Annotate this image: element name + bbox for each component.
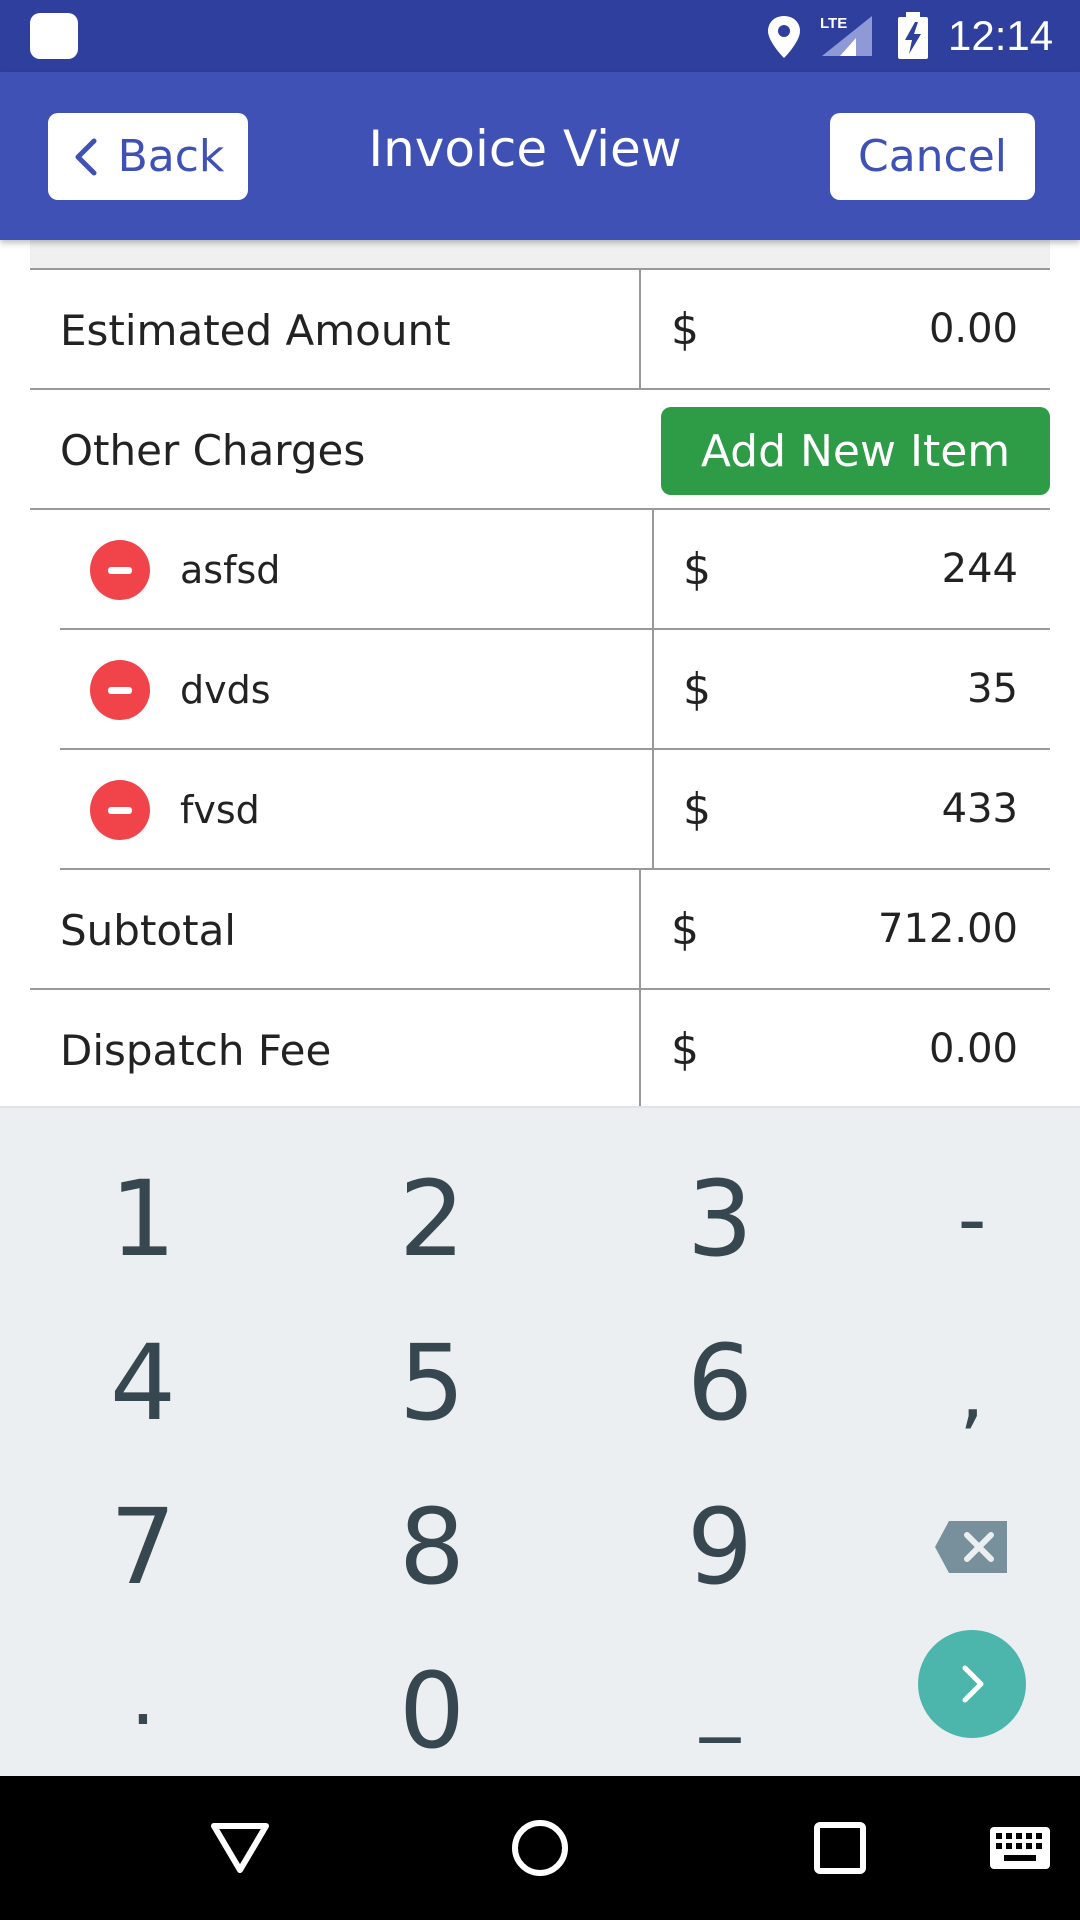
subtotal-row: Subtotal $ 712.00 xyxy=(30,870,1050,990)
charge-item-amount[interactable]: 244 xyxy=(740,546,1018,592)
next-button[interactable] xyxy=(918,1630,1026,1738)
currency-symbol: $ xyxy=(683,544,711,595)
charge-item-amount[interactable]: 433 xyxy=(740,786,1018,832)
chevron-right-icon xyxy=(962,1665,984,1703)
key-2[interactable]: 2 xyxy=(297,1136,567,1302)
column-divider xyxy=(639,270,641,388)
navigation-bar xyxy=(0,1776,1080,1920)
estimated-amount-field[interactable]: 0.00 xyxy=(730,306,1018,352)
back-button[interactable]: Back xyxy=(48,113,248,200)
app-bar: Back Invoice View Cancel xyxy=(0,72,1080,240)
chevron-left-icon xyxy=(75,138,97,175)
currency-symbol: $ xyxy=(671,304,699,355)
battery-charging-icon xyxy=(898,12,928,59)
home-nav-button[interactable] xyxy=(480,1776,600,1920)
key-3[interactable]: 3 xyxy=(585,1136,855,1302)
column-divider xyxy=(652,630,654,748)
charge-item-name: fvsd xyxy=(180,788,260,832)
key-comma[interactable]: , xyxy=(837,1308,1080,1474)
key-5[interactable]: 5 xyxy=(297,1300,567,1466)
key-4[interactable]: 4 xyxy=(8,1300,278,1466)
key-0[interactable]: 0 xyxy=(297,1628,567,1794)
keyboard-switch-button[interactable] xyxy=(980,1776,1060,1920)
dispatch-fee-field[interactable]: 0.00 xyxy=(730,1026,1018,1072)
cancel-button-label: Cancel xyxy=(857,131,1008,182)
status-bar: LTE 12:14 xyxy=(0,0,1080,72)
page-title: Invoice View xyxy=(368,120,682,178)
cancel-button[interactable]: Cancel xyxy=(830,113,1035,200)
key-minus[interactable]: - xyxy=(837,1136,1080,1302)
charge-item-row: asfsd $ 244 xyxy=(60,510,1050,630)
other-charges-label: Other Charges xyxy=(60,426,366,475)
dispatch-fee-row: Dispatch Fee $ 0.00 xyxy=(30,990,1050,1106)
key-period[interactable]: . xyxy=(8,1613,278,1779)
back-triangle-icon xyxy=(211,1823,269,1873)
charge-item-amount[interactable]: 35 xyxy=(740,666,1018,712)
currency-symbol: $ xyxy=(671,904,699,955)
recents-nav-button[interactable] xyxy=(780,1776,900,1920)
dispatch-fee-label: Dispatch Fee xyxy=(60,1026,332,1075)
column-divider xyxy=(639,990,641,1106)
back-nav-button[interactable] xyxy=(180,1776,300,1920)
remove-item-icon[interactable] xyxy=(90,540,150,600)
estimated-amount-row: Estimated Amount $ 0.00 xyxy=(30,270,1050,390)
currency-symbol: $ xyxy=(683,664,711,715)
key-8[interactable]: 8 xyxy=(297,1464,567,1630)
key-9[interactable]: 9 xyxy=(585,1464,855,1630)
recents-square-icon xyxy=(814,1822,866,1874)
column-divider xyxy=(652,510,654,628)
invoice-content: Estimated Amount $ 0.00 Other Charges Ad… xyxy=(0,240,1080,1106)
previous-row-edge xyxy=(30,240,1050,270)
keyboard-icon xyxy=(990,1827,1050,1869)
currency-symbol: $ xyxy=(671,1024,699,1075)
back-button-label: Back xyxy=(117,131,225,182)
backspace-key[interactable] xyxy=(837,1464,1080,1630)
home-circle-icon xyxy=(512,1820,568,1876)
estimated-amount-label: Estimated Amount xyxy=(60,306,451,355)
key-underscore[interactable]: _ xyxy=(585,1613,855,1779)
charge-item-row: dvds $ 35 xyxy=(60,630,1050,750)
numeric-keyboard: 1 2 3 - 4 5 6 , 7 8 9 . 0 _ xyxy=(0,1106,1080,1776)
add-new-item-button[interactable]: Add New Item xyxy=(661,407,1050,495)
charge-item-name: dvds xyxy=(180,668,271,712)
charge-item-row: fvsd $ 433 xyxy=(60,750,1050,870)
lte-signal-icon: LTE xyxy=(820,15,872,56)
backspace-icon xyxy=(935,1521,1007,1573)
column-divider xyxy=(639,870,641,988)
key-1[interactable]: 1 xyxy=(8,1136,278,1302)
subtotal-label: Subtotal xyxy=(60,906,236,955)
remove-item-icon[interactable] xyxy=(90,780,150,840)
app-icon xyxy=(30,13,78,59)
remove-item-icon[interactable] xyxy=(90,660,150,720)
status-time: 12:14 xyxy=(948,12,1054,59)
subtotal-amount: 712.00 xyxy=(878,906,1018,952)
column-divider xyxy=(652,750,654,868)
key-6[interactable]: 6 xyxy=(585,1300,855,1466)
location-icon xyxy=(768,16,800,58)
lte-label: LTE xyxy=(820,15,847,32)
charge-item-name: asfsd xyxy=(180,548,281,592)
currency-symbol: $ xyxy=(683,784,711,835)
key-7[interactable]: 7 xyxy=(8,1464,278,1630)
